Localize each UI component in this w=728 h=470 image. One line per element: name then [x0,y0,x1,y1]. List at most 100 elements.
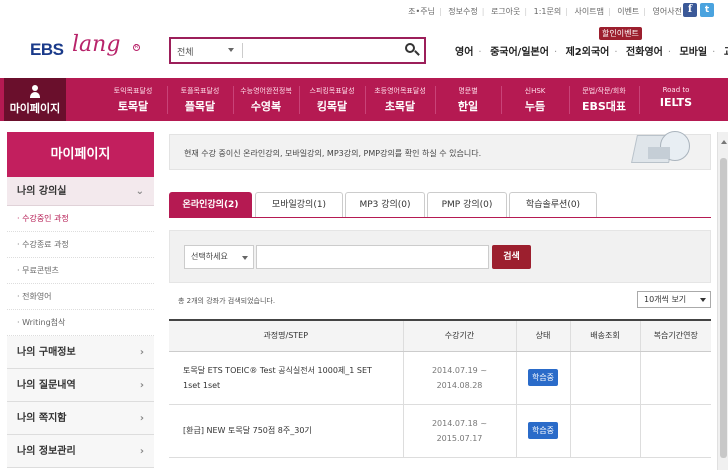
chevron-right-icon: › [139,446,144,457]
extend-cell [639,351,711,405]
nav-label: 마이페이지 [9,102,61,115]
sidebar-sub-phone-english[interactable]: · 전화영어 [7,284,154,310]
tab-online[interactable]: 온라인강의(2) [169,192,252,218]
logo-brand: EBS [30,40,64,59]
chevron-down-icon: ⌄ [135,186,144,197]
sidebar-item-account[interactable]: 나의 정보관리 › [7,435,154,468]
nav-item-plmokdal[interactable]: 토플목표달성플목달 [169,78,231,121]
dictionary-link[interactable]: 영어사전 [653,7,682,16]
filter-select-value: 선택하세요 [191,252,228,261]
period-cell: 2014.07.19 ~ 2014.08.28 [402,351,516,405]
edit-profile-link[interactable]: 정보수정 [448,7,477,16]
delivery-cell [569,351,640,405]
filter-select[interactable]: 선택하세요 [184,245,254,269]
nav-sublabel: 스피킹목표달성 [309,87,355,95]
sidebar-item-messages[interactable]: 나의 쪽지함 › [7,402,154,435]
ebs-lang-logo[interactable]: EBS lang R [30,32,140,66]
registered-mark: R [133,44,140,51]
chevron-down-icon [242,256,248,260]
sidebar-item-my-classroom[interactable]: 나의 강의실 ⌄ [7,177,154,206]
nav-item-hsk[interactable]: 신HSK 누듬 [503,78,567,121]
nav-sublabel: 토플목표달성 [180,87,220,95]
sidebar-sub-in-progress[interactable]: · 수강중인 과정 [7,206,154,232]
nav-sublabel: 초등영어목표달성 [374,87,426,95]
chevron-right-icon: › [139,413,144,424]
tab-mp3[interactable]: MP3 강의(0) [345,192,425,218]
status-cell: 학습중 [515,404,570,458]
status-badge[interactable]: 학습중 [527,422,559,439]
sitemap-link[interactable]: 사이트맵 [575,7,604,16]
filter-search-button[interactable]: 검색 [492,245,531,269]
sidebar: 마이페이지 나의 강의실 ⌄ · 수강중인 과정 · 수강종료 과정 · 무료콘… [7,132,154,470]
nav-item-chomokdal[interactable]: 초등영어목표달성초목달 [367,78,433,121]
person-icon [30,85,40,99]
notice-box: 현재 수강 중이신 온라인강의, 모바일강의, MP3강의, PMP강의를 확인… [169,131,711,170]
tab-pmp[interactable]: PMP 강의(0) [427,192,507,218]
tab-solution[interactable]: 학습솔루션(0) [509,192,597,218]
period-start: 2014.07.19 ~ [431,365,488,375]
event-link[interactable]: 이벤트 [617,7,639,16]
category-phone-english[interactable]: 전화영어 [626,47,663,58]
tab-mobile[interactable]: 모바일강의(1) [255,192,343,218]
nav-item-ebs-rep[interactable]: 문법/작문/회화 EBS대표 [571,78,637,121]
category-english[interactable]: 영어 [455,47,473,58]
nav-item-tomokdal[interactable]: 토익목표달성토목달 [101,78,165,121]
nav-item-kingmokdal[interactable]: 스피킹목표달성킹목달 [301,78,363,121]
category-chinese-japanese[interactable]: 중국어/일본어 [490,47,549,58]
sidebar-item-label: 나의 구매정보 [17,347,76,358]
sidebar-title: 마이페이지 [7,132,154,177]
nav-label: 플목달 [184,100,216,113]
sidebar-item-purchases[interactable]: 나의 구매정보 › [7,336,154,369]
promo-badge[interactable]: 할인이벤트 [599,27,642,40]
course-cell[interactable]: 토목달 ETS TOEIC® Test 공식실전서 1000제_1 SET 1se… [169,351,403,405]
search-scope-select[interactable]: 전체 [177,45,194,58]
nav-mypage[interactable]: 마이페이지 [4,78,66,121]
nav-item-hanil[interactable]: 명문별 한일 [437,78,499,121]
sidebar-sub-label: 전화영어 [22,292,52,301]
filter-search-input[interactable] [256,245,489,269]
sidebar-sub-free-content[interactable]: · 무료콘텐츠 [7,258,154,284]
delivery-cell [569,404,640,458]
nav-sublabel: 신HSK [524,87,546,95]
search-button[interactable] [402,41,422,60]
extend-cell [639,404,711,458]
nav-sublabel: 토익목표달성 [113,87,153,95]
scroll-up-icon[interactable] [721,140,727,144]
status-badge[interactable]: 학습중 [527,369,559,386]
col-extend: 복습기간연장 [639,319,711,352]
scroll-thumb[interactable] [720,158,727,458]
lecture-tabs: 온라인강의(2) 모바일강의(1) MP3 강의(0) PMP 강의(0) 학습… [169,192,711,218]
category-textbook[interactable]: 교재 [724,47,728,58]
category-nav: 영어· 중국어/일본어· 제2외국어· 전화영어· 모바일· 교재 [455,43,728,58]
facebook-icon[interactable]: f [683,3,697,17]
category-mobile[interactable]: 모바일 [680,47,708,58]
nav-item-ielts[interactable]: Road to IELTS [641,78,711,121]
nav-label: EBS대표 [581,100,627,113]
sidebar-sub-label: 수강중인 과정 [22,214,69,223]
nav-item-suyoungbok[interactable]: 수능영어완전정복 수영복 [235,78,297,121]
course-name[interactable]: 토목달 ETS TOEIC® Test 공식실전서 1000제_1 SET [183,366,372,375]
sidebar-sub-completed[interactable]: · 수강종료 과정 [7,232,154,258]
period-end: 2014.08.28 [436,380,483,390]
category-second-language[interactable]: 제2외국어 [566,47,610,58]
nav-label: 초목달 [384,100,416,113]
inquiry-link[interactable]: 1:1문의 [534,7,562,16]
nav-sublabel: Road to [662,86,690,94]
nav-sublabel: 문법/작문/회화 [582,87,626,95]
course-cell[interactable]: [환급] NEW 토목달 750점 8주_30기 [169,404,403,458]
nav-label: 누듬 [524,100,546,113]
course-step: 1set 1set [183,380,221,390]
sidebar-sub-label: Writing첨삭 [22,318,66,327]
per-page-select[interactable]: 10개씩 보기 [637,291,711,308]
sidebar-item-questions[interactable]: 나의 질문내역 › [7,369,154,402]
col-status: 상태 [515,319,570,352]
page-scrollbar[interactable] [717,132,728,470]
per-page-value: 10개씩 보기 [644,295,687,304]
course-name[interactable]: [환급] NEW 토목달 750점 8주_30기 [183,426,312,435]
nav-label: 킹목달 [316,100,348,113]
twitter-icon[interactable]: t [700,3,714,17]
sidebar-sub-writing[interactable]: · Writing첨삭 [7,310,154,336]
logout-link[interactable]: 로그아웃 [491,7,520,16]
nav-label: 토목달 [117,100,149,113]
chevron-down-icon[interactable] [228,48,234,52]
